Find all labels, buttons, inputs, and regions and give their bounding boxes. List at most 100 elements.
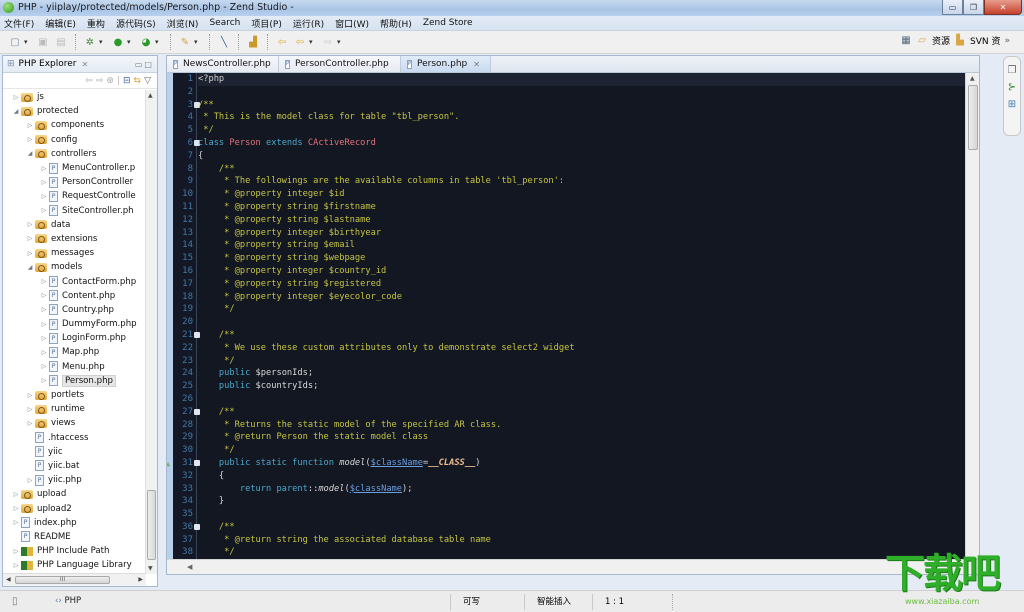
code-line[interactable]: public $personIds; [198,367,979,380]
forward-icon[interactable]: ⇨ [321,35,335,49]
code-line[interactable]: * We use these custom attributes only to… [198,342,979,355]
search-tool-dropdown[interactable]: ▾ [194,38,201,46]
back-icon[interactable]: ⇦ [275,35,289,49]
code-line[interactable]: public $countryIds; [198,380,979,393]
code-line[interactable]: { [198,470,979,483]
expand-arrow-icon[interactable]: ▷ [25,420,35,427]
menu-item[interactable]: 浏览(N) [167,17,199,30]
outline-icon[interactable]: ⊱ [1008,82,1016,93]
tree-item[interactable]: Pyiic.bat [3,459,146,473]
tree-item[interactable]: P README [3,530,146,544]
menu-item[interactable]: 窗口(W) [335,17,369,30]
tree-item[interactable]: ▷ P LoginForm.php [3,331,146,345]
expand-arrow-icon[interactable]: ▷ [25,477,35,484]
new-dropdown[interactable]: ▾ [24,38,31,46]
code-line[interactable]: * Returns the static model of the specif… [198,419,979,432]
tree-item[interactable]: ▷ P Content.php [3,289,146,303]
collapse-arrow-icon[interactable]: ◢ [11,108,21,115]
back-alt-icon[interactable]: ⇦ [293,35,307,49]
menu-item[interactable]: 运行(R) [293,17,324,30]
link-editor-icon[interactable]: ⇆ [134,76,142,86]
tree-item[interactable]: ▷ P Menu.php [3,360,146,374]
tree-item[interactable]: Pyiic [3,445,146,459]
expand-arrow-icon[interactable]: ▷ [39,165,49,172]
editor-horizontal-scrollbar[interactable]: ◀ [167,559,979,574]
expand-arrow-icon[interactable]: ▷ [25,122,35,129]
tree-item[interactable]: ▷ P ContactForm.php [3,274,146,288]
code-line[interactable] [198,508,979,521]
scroll-up-icon[interactable]: ▲ [148,92,153,99]
scroll-left-icon[interactable]: ◀ [187,563,192,571]
expand-arrow-icon[interactable]: ▷ [39,193,49,200]
code-line[interactable]: */ [198,444,979,457]
tree-item[interactable]: ▷ runtime [3,402,146,416]
expand-arrow-icon[interactable]: ▷ [11,505,21,512]
expand-arrow-icon[interactable]: ▷ [25,406,35,413]
editor-tab[interactable]: P PersonController.php [279,56,401,72]
code-line[interactable]: /** [198,521,979,534]
php-explorer-title[interactable]: PHP Explorer [19,59,77,69]
run-config-icon[interactable]: ◕ [139,35,153,49]
tree-item[interactable]: ▷ P Country.php [3,303,146,317]
code-line[interactable]: } [198,495,979,508]
scroll-left-icon[interactable]: ◀ [6,576,11,583]
editor-vertical-scrollbar[interactable]: ▲ [965,73,979,561]
tree-item[interactable]: ▷ data [3,218,146,232]
forward-icon[interactable]: ⇨ [96,76,104,86]
menu-item[interactable]: 项目(P) [251,17,281,30]
code-line[interactable]: /** [198,163,979,176]
menu-item[interactable]: 编辑(E) [45,17,76,30]
menu-item[interactable]: 文件(F) [4,17,34,30]
save-all-icon[interactable]: ▤ [54,35,68,49]
code-line[interactable]: /** [198,406,979,419]
menu-item[interactable]: 源代码(S) [116,17,156,30]
tree-item[interactable]: ▷ P Map.php [3,345,146,359]
menu-item[interactable]: Search [209,18,240,28]
minimize-maximize-icons[interactable]: ▭□ [135,60,154,69]
hierarchy-icon[interactable]: ⊞ [1008,99,1016,110]
code-line[interactable] [198,393,979,406]
open-perspective-icon[interactable]: ▦ [900,35,912,47]
code-line[interactable]: { [198,150,979,163]
tree-item[interactable]: ▷ P PersonController [3,175,146,189]
run-config-dropdown[interactable]: ▾ [155,38,162,46]
restore-view-icon[interactable]: ❐ [1008,65,1017,76]
code-line[interactable]: * @property string $firstname [198,201,979,214]
view-menu-icon[interactable]: ▽ [144,76,151,86]
code-line[interactable]: * @property string $lastname [198,214,979,227]
back-dropdown[interactable]: ▾ [309,38,316,46]
svn-perspective-icon[interactable]: ▙ [954,35,966,47]
tree-item[interactable]: ▷ upload [3,487,146,501]
code-line[interactable]: * @property integer $birthyear [198,227,979,240]
editor-tab[interactable]: P Person.php ✕ [401,56,491,72]
expand-arrow-icon[interactable]: ▷ [25,250,35,257]
tree-item[interactable]: ▷ PHP Language Library [3,558,146,572]
code-line[interactable]: * @property string $email [198,239,979,252]
tree-item[interactable]: ◢ protected [3,104,146,118]
expand-arrow-icon[interactable]: ▷ [25,221,35,228]
scrollbar-thumb[interactable] [968,85,978,150]
tree-item[interactable]: ▷ js [3,90,146,104]
menu-item[interactable]: 重构 [87,17,105,30]
expand-arrow-icon[interactable]: ▷ [39,321,49,328]
search-tool-icon[interactable]: ✎ [178,35,192,49]
new-icon[interactable]: ▢ [8,35,22,49]
tree-item[interactable]: ▷ config [3,133,146,147]
code-line[interactable]: */ [198,546,979,559]
tree-item[interactable]: P .htaccess [3,431,146,445]
open-perspective-icon[interactable]: ▟ [246,35,260,49]
code-line[interactable]: * @property integer $id [198,188,979,201]
code-line[interactable] [198,86,979,99]
debug-icon[interactable]: ✲ [83,35,97,49]
code-line[interactable]: * @property string $webpage [198,252,979,265]
scroll-up-icon[interactable]: ▲ [970,75,975,82]
menu-item[interactable]: Zend Store [423,18,473,28]
expand-arrow-icon[interactable]: ▷ [11,491,21,498]
code-line[interactable]: */ [198,303,979,316]
editor-tab[interactable]: P NewsController.php [167,56,279,72]
tree-item[interactable]: ◢ models [3,260,146,274]
tree-item[interactable]: ▷ P RequestControlle [3,189,146,203]
code-line[interactable]: * @property integer $country_id [198,265,979,278]
code-line[interactable]: * The followings are the available colum… [198,175,979,188]
code-line[interactable]: class Person extends CActiveRecord [198,137,979,150]
